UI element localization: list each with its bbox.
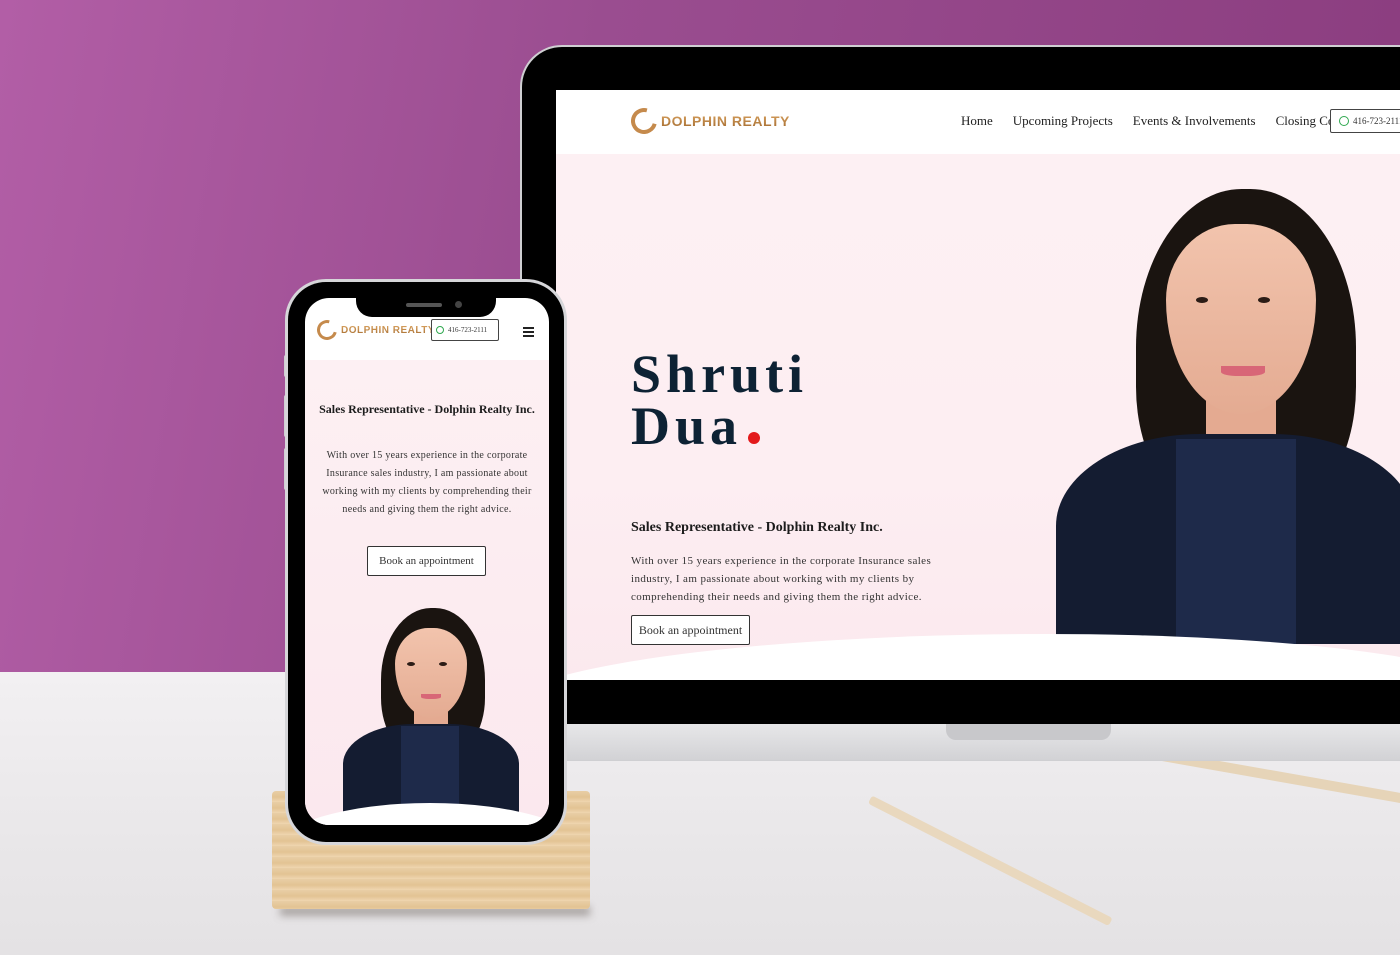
menu-icon[interactable] — [523, 327, 534, 339]
site-header: DOLPHIN REALTY Home Upcoming Projects Ev… — [556, 90, 1400, 154]
monitor-stand — [946, 724, 1111, 740]
book-appointment-button[interactable]: Book an appointment — [631, 615, 750, 645]
phone-number: 416-723-2111 — [1353, 116, 1400, 126]
phone-button[interactable]: 416-723-2111 — [1330, 109, 1400, 133]
mobile-site-logo[interactable]: DOLPHIN REALTY — [313, 316, 436, 344]
nav-link-events[interactable]: Events & Involvements — [1133, 113, 1256, 129]
hero-name: Shruti Dua — [631, 344, 809, 453]
nav-link-home[interactable]: Home — [961, 113, 993, 129]
whatsapp-icon — [1339, 116, 1349, 126]
hero-description: With over 15 years experience in the cor… — [631, 555, 932, 603]
logo-text: DOLPHIN REALTY — [661, 113, 790, 129]
mobile-agent-portrait — [343, 606, 519, 816]
dolphin-logo-icon — [626, 103, 662, 139]
hero-first-name: Shruti — [631, 344, 809, 404]
whatsapp-icon — [436, 326, 444, 334]
site-logo[interactable]: DOLPHIN REALTY — [626, 103, 790, 139]
nav-link-upcoming-projects[interactable]: Upcoming Projects — [1013, 113, 1113, 129]
mobile-website: DOLPHIN REALTY 416-723-2111 Sales Repres… — [305, 298, 549, 825]
mobile-logo-text: DOLPHIN REALTY — [341, 324, 436, 336]
agent-portrait — [1056, 174, 1400, 644]
phone-camera — [455, 301, 462, 308]
accent-dot — [748, 432, 761, 444]
main-nav: Home Upcoming Projects Events & Involvem… — [961, 113, 1343, 129]
hero-subtitle: Sales Representative - Dolphin Realty In… — [631, 520, 883, 535]
mobile-phone-number: 416-723-2111 — [448, 326, 488, 334]
mobile-phone-button[interactable]: 416-723-2111 — [431, 319, 499, 341]
hero-last-name: Dua — [631, 396, 743, 456]
mobile-hero-description: With over 15 years experience in the cor… — [322, 450, 532, 515]
phone-speaker — [406, 303, 442, 307]
mobile-book-appointment-button[interactable]: Book an appointment — [367, 546, 486, 576]
desktop-website: DOLPHIN REALTY Home Upcoming Projects Ev… — [556, 90, 1400, 680]
dolphin-logo-icon — [313, 316, 341, 344]
hero-section: Shruti Dua Sales Representative - Dolphi… — [556, 154, 1400, 680]
mobile-hero-subtitle: Sales Representative - Dolphin Realty In… — [319, 402, 535, 416]
